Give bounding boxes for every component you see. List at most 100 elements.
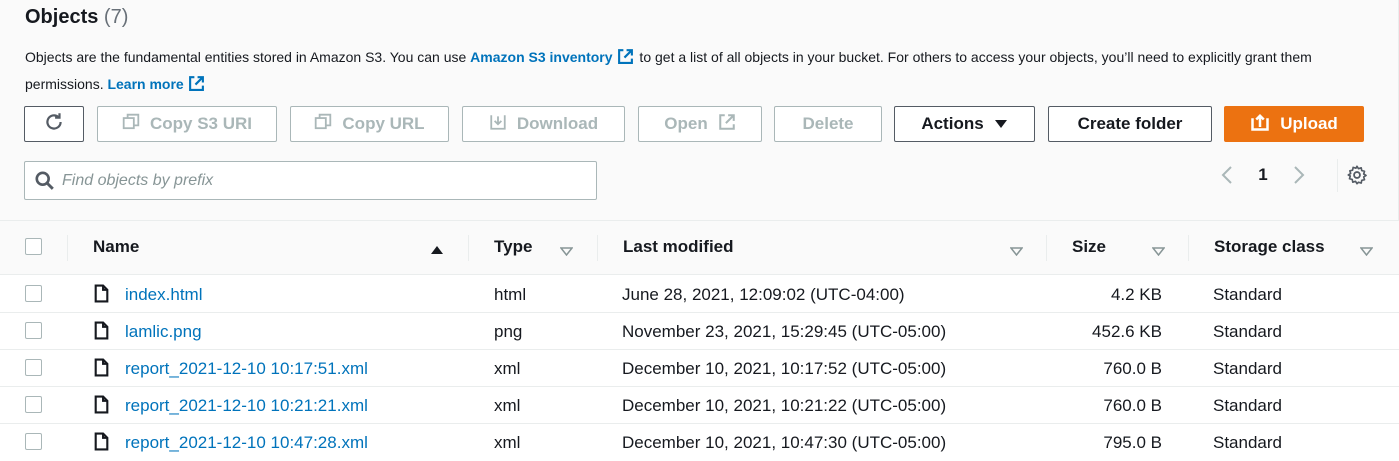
- download-button[interactable]: Download: [462, 106, 625, 142]
- file-icon: [94, 321, 109, 345]
- upload-label: Upload: [1280, 114, 1338, 133]
- objects-panel: Objects (7) Objects are the fundamental …: [0, 0, 1399, 461]
- gear-icon[interactable]: [1346, 164, 1368, 186]
- copy-s3-uri-label: Copy S3 URI: [149, 114, 253, 133]
- title-text: Objects: [25, 6, 99, 28]
- external-link-icon: [718, 113, 736, 136]
- object-last-modified: December 10, 2021, 10:17:52 (UTC-05:00): [622, 359, 947, 378]
- search-input[interactable]: [62, 165, 582, 196]
- table-header: Name Type Last modified Size Storage cla…: [0, 221, 1399, 275]
- object-storage-class: Standard: [1213, 433, 1282, 452]
- objects-description: Objects are the fundamental entities sto…: [25, 45, 1375, 99]
- object-size: 795.0 B: [1103, 433, 1162, 452]
- inventory-link[interactable]: Amazon S3 inventory: [470, 49, 612, 65]
- object-size: 452.6 KB: [1092, 322, 1162, 341]
- page-title: Objects (7): [25, 6, 1385, 29]
- copy-icon: [314, 113, 332, 136]
- object-type: xml: [494, 433, 521, 452]
- file-icon: [94, 395, 109, 419]
- search-icon: [35, 171, 54, 190]
- row-checkbox[interactable]: [25, 322, 42, 339]
- column-divider: [1188, 235, 1189, 261]
- pager-divider: [1337, 159, 1338, 192]
- sort-caret-icon[interactable]: [1009, 243, 1024, 261]
- objects-table: Name Type Last modified Size Storage cla…: [0, 220, 1399, 461]
- object-storage-class: Standard: [1213, 322, 1282, 341]
- objects-header: Objects (7): [25, 6, 1385, 29]
- object-size: 4.2 KB: [1110, 285, 1162, 304]
- table-row[interactable]: report_2021-12-10 10:21:21.xml xml Decem…: [0, 387, 1399, 424]
- object-storage-class: Standard: [1213, 396, 1282, 415]
- external-link-icon[interactable]: [617, 48, 634, 72]
- create-folder-label: Create folder: [1077, 114, 1183, 133]
- object-last-modified: November 23, 2021, 15:29:45 (UTC-05:00): [622, 322, 947, 341]
- column-divider: [1046, 235, 1047, 261]
- delete-label: Delete: [802, 114, 854, 133]
- copy-s3-uri-button[interactable]: Copy S3 URI: [97, 106, 277, 142]
- object-storage-class: Standard: [1213, 285, 1282, 304]
- sort-caret-icon[interactable]: [1151, 243, 1166, 261]
- object-name-link[interactable]: report_2021-12-10 10:47:28.xml: [125, 433, 368, 453]
- copy-icon: [122, 113, 140, 136]
- row-checkbox[interactable]: [25, 359, 42, 376]
- object-count: (7): [103, 6, 129, 28]
- sort-caret-icon[interactable]: [1359, 243, 1374, 261]
- open-button[interactable]: Open: [638, 106, 762, 142]
- create-folder-button[interactable]: Create folder: [1048, 106, 1212, 142]
- column-header-last-modified[interactable]: Last modified: [623, 237, 734, 257]
- object-name-link[interactable]: lamlic.png: [125, 322, 202, 342]
- file-icon: [94, 358, 109, 382]
- actions-button[interactable]: Actions: [894, 106, 1035, 142]
- upload-icon: [1250, 112, 1270, 137]
- object-type: xml: [494, 396, 521, 415]
- upload-button[interactable]: Upload: [1224, 106, 1364, 142]
- refresh-button[interactable]: [24, 106, 84, 142]
- table-row[interactable]: index.html html June 28, 2021, 12:09:02 …: [0, 276, 1399, 313]
- object-last-modified: December 10, 2021, 10:47:30 (UTC-05:00): [622, 433, 947, 452]
- column-header-size[interactable]: Size: [1072, 237, 1106, 257]
- column-header-type[interactable]: Type: [494, 237, 532, 257]
- sort-ascending-icon[interactable]: [430, 242, 444, 260]
- object-name-link[interactable]: report_2021-12-10 10:17:51.xml: [125, 359, 368, 379]
- delete-button[interactable]: Delete: [774, 106, 882, 142]
- description-text-1: Objects are the fundamental entities sto…: [25, 49, 471, 65]
- object-size: 760.0 B: [1103, 396, 1162, 415]
- file-icon: [94, 284, 109, 308]
- open-label: Open: [664, 114, 708, 133]
- chevron-right-icon[interactable]: [1288, 165, 1310, 185]
- row-checkbox[interactable]: [25, 285, 42, 302]
- column-divider: [468, 235, 469, 261]
- row-checkbox[interactable]: [25, 433, 42, 450]
- column-divider: [597, 235, 598, 261]
- object-type: png: [494, 322, 523, 341]
- object-name-link[interactable]: report_2021-12-10 10:21:21.xml: [125, 396, 368, 416]
- caret-down-icon: [994, 114, 1008, 134]
- page-number[interactable]: 1: [1238, 165, 1288, 185]
- object-last-modified: June 28, 2021, 12:09:02 (UTC-04:00): [622, 285, 905, 304]
- column-header-storage-class[interactable]: Storage class: [1214, 237, 1325, 257]
- object-type: xml: [494, 359, 521, 378]
- column-divider: [67, 235, 68, 261]
- search-box[interactable]: [24, 161, 597, 200]
- object-size: 760.0 B: [1103, 359, 1162, 378]
- pagination: 1: [1216, 160, 1310, 190]
- table-row[interactable]: report_2021-12-10 10:47:28.xml xml Decem…: [0, 424, 1399, 461]
- sort-caret-icon[interactable]: [559, 243, 574, 261]
- refresh-icon: [43, 111, 65, 138]
- copy-url-button[interactable]: Copy URL: [290, 106, 449, 142]
- learn-more-link[interactable]: Learn more: [107, 76, 183, 92]
- object-name-link[interactable]: index.html: [125, 285, 202, 305]
- row-checkbox[interactable]: [25, 396, 42, 413]
- external-link-icon[interactable]: [188, 75, 205, 99]
- table-row[interactable]: report_2021-12-10 10:17:51.xml xml Decem…: [0, 350, 1399, 387]
- chevron-left-icon[interactable]: [1216, 165, 1238, 185]
- copy-url-label: Copy URL: [342, 114, 425, 133]
- table-row[interactable]: lamlic.png png November 23, 2021, 15:29:…: [0, 313, 1399, 350]
- file-icon: [94, 432, 109, 456]
- object-type: html: [494, 285, 527, 304]
- actions-label: Actions: [921, 114, 984, 133]
- select-all-checkbox[interactable]: [25, 238, 42, 255]
- column-header-name[interactable]: Name: [93, 237, 139, 257]
- download-label: Download: [516, 114, 599, 133]
- download-icon: [489, 113, 507, 136]
